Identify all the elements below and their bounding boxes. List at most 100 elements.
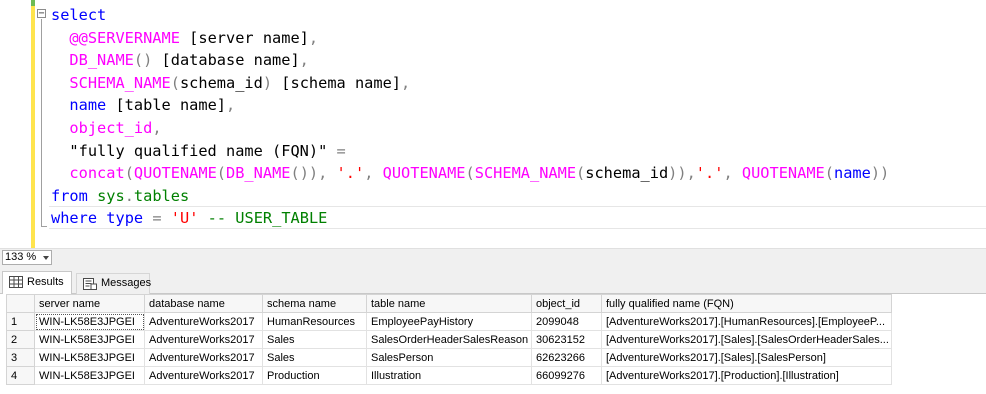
grid-cell[interactable]: 2099048 <box>531 312 602 331</box>
grid-cell[interactable]: WIN-LK58E3JPGEI <box>34 348 145 367</box>
code-token: ) <box>262 73 273 92</box>
grid-cell[interactable]: AdventureWorks2017 <box>144 348 263 367</box>
results-grid-area: server name database name schema name ta… <box>0 294 986 394</box>
row-number[interactable]: 4 <box>6 366 35 385</box>
code-token: SCHEMA_NAME <box>474 164 577 183</box>
table-row[interactable]: 1 WIN-LK58E3JPGEI AdventureWorks2017 Hum… <box>6 312 892 331</box>
column-header[interactable]: database name <box>144 294 263 313</box>
code-token: , <box>226 96 236 115</box>
code-token: . <box>124 186 134 205</box>
code-line[interactable]: object_id, <box>51 117 889 140</box>
grid-cell[interactable]: Illustration <box>366 366 532 385</box>
code-line[interactable]: where type = 'U' -- USER_TABLE <box>51 207 889 230</box>
collapse-icon[interactable]: − <box>37 9 46 19</box>
messages-icon <box>83 278 97 290</box>
grid-cell[interactable]: Sales <box>262 330 367 349</box>
code-token: , <box>723 164 733 183</box>
code-token: , <box>299 51 309 70</box>
sql-editor[interactable]: − select @@SERVERNAME [server name], DB_… <box>0 0 986 248</box>
grid-cell[interactable]: AdventureWorks2017 <box>144 330 263 349</box>
grid-cell[interactable]: [AdventureWorks2017].[Sales].[SalesPerso… <box>601 348 892 367</box>
column-header[interactable]: table name <box>366 294 532 313</box>
code-token: name <box>833 164 871 183</box>
results-tab-strip: Results Messages <box>0 266 986 294</box>
code-token: [server name] <box>179 28 309 47</box>
code-line[interactable]: "fully qualified name (FQN)" = <box>51 140 889 163</box>
code-token: ( <box>170 73 180 92</box>
zoom-strip: 133 % <box>0 248 986 266</box>
grid-cell[interactable]: 66099276 <box>531 366 602 385</box>
horizontal-scrollbar[interactable] <box>56 251 984 264</box>
grid-cell[interactable]: 62623266 <box>531 348 602 367</box>
tab-messages[interactable]: Messages <box>76 273 152 294</box>
zoom-select[interactable]: 133 % <box>2 250 52 265</box>
column-header[interactable]: object_id <box>531 294 602 313</box>
table-row[interactable]: 2 WIN-LK58E3JPGEI AdventureWorks2017 Sal… <box>6 330 892 349</box>
grid-header-row: server name database name schema name ta… <box>6 294 892 313</box>
code-token: ( <box>576 164 586 183</box>
row-number[interactable]: 2 <box>6 330 35 349</box>
row-number[interactable]: 1 <box>6 312 35 331</box>
table-row[interactable]: 3 WIN-LK58E3JPGEI AdventureWorks2017 Sal… <box>6 348 892 367</box>
code-token: schema_id <box>585 164 669 183</box>
code-token: QUOTENAME <box>382 164 466 183</box>
code-token: object_id <box>69 118 153 137</box>
column-header[interactable]: server name <box>34 294 145 313</box>
grid-cell[interactable]: [AdventureWorks2017].[Sales].[SalesOrder… <box>601 330 892 349</box>
table-row[interactable]: 4 WIN-LK58E3JPGEI AdventureWorks2017 Pro… <box>6 366 892 385</box>
code-token: 'U' <box>170 209 199 228</box>
grid-cell[interactable]: Production <box>262 366 367 385</box>
code-token: -- USER_TABLE <box>207 209 328 228</box>
grid-cell[interactable]: 30623152 <box>531 330 602 349</box>
grid-cell[interactable]: SalesPerson <box>366 348 532 367</box>
code-line[interactable]: concat(QUOTENAME(DB_NAME()), '.', QUOTEN… <box>51 162 889 185</box>
changed-lines-indicator <box>31 0 35 248</box>
grid-cell[interactable]: AdventureWorks2017 <box>144 366 263 385</box>
grid-cell[interactable]: WIN-LK58E3JPGEI <box>34 330 145 349</box>
grid-cell[interactable]: [AdventureWorks2017].[Production].[Illus… <box>601 366 892 385</box>
code-line[interactable]: DB_NAME() [database name], <box>51 49 889 72</box>
code-line[interactable]: @@SERVERNAME [server name], <box>51 27 889 50</box>
grid-cell[interactable]: WIN-LK58E3JPGEI <box>34 312 145 331</box>
code-line[interactable]: name [table name], <box>51 94 889 117</box>
grid-cell[interactable]: AdventureWorks2017 <box>144 312 263 331</box>
results-grid: server name database name schema name ta… <box>6 294 892 385</box>
sql-code[interactable]: select @@SERVERNAME [server name], DB_NA… <box>51 4 889 230</box>
code-token: ( <box>216 164 227 183</box>
tab-messages-label: Messages <box>101 277 152 289</box>
grid-cell[interactable]: Sales <box>262 348 367 367</box>
code-token: QUOTENAME <box>133 164 217 183</box>
code-token: @@SERVERNAME <box>69 28 180 47</box>
code-token: where <box>51 209 98 228</box>
column-header[interactable] <box>6 294 35 313</box>
code-token: select <box>51 6 107 24</box>
code-line[interactable]: select <box>51 4 889 27</box>
code-line[interactable]: SCHEMA_NAME(schema_id) [schema name], <box>51 72 889 95</box>
grid-cell[interactable]: HumanResources <box>262 312 367 331</box>
column-header[interactable]: fully qualified name (FQN) <box>601 294 892 313</box>
grid-cell[interactable]: [AdventureWorks2017].[HumanResources].[E… <box>601 312 892 331</box>
code-token: ( <box>465 164 475 183</box>
code-token: , <box>308 28 319 47</box>
code-token: SCHEMA_NAME <box>69 73 171 92</box>
code-token: )) <box>870 164 890 183</box>
column-header[interactable]: schema name <box>262 294 367 313</box>
tab-results[interactable]: Results <box>2 271 72 294</box>
code-token: DB_NAME <box>69 51 134 70</box>
row-number[interactable]: 3 <box>6 348 35 367</box>
code-line[interactable]: from sys.tables <box>51 185 889 208</box>
chevron-down-icon <box>43 256 49 260</box>
grid-cell[interactable]: EmployeePayHistory <box>366 312 532 331</box>
grid-cell[interactable]: SalesOrderHeaderSalesReason <box>366 330 532 349</box>
grid-cell[interactable]: WIN-LK58E3JPGEI <box>34 366 145 385</box>
code-token: '.' <box>336 164 365 183</box>
